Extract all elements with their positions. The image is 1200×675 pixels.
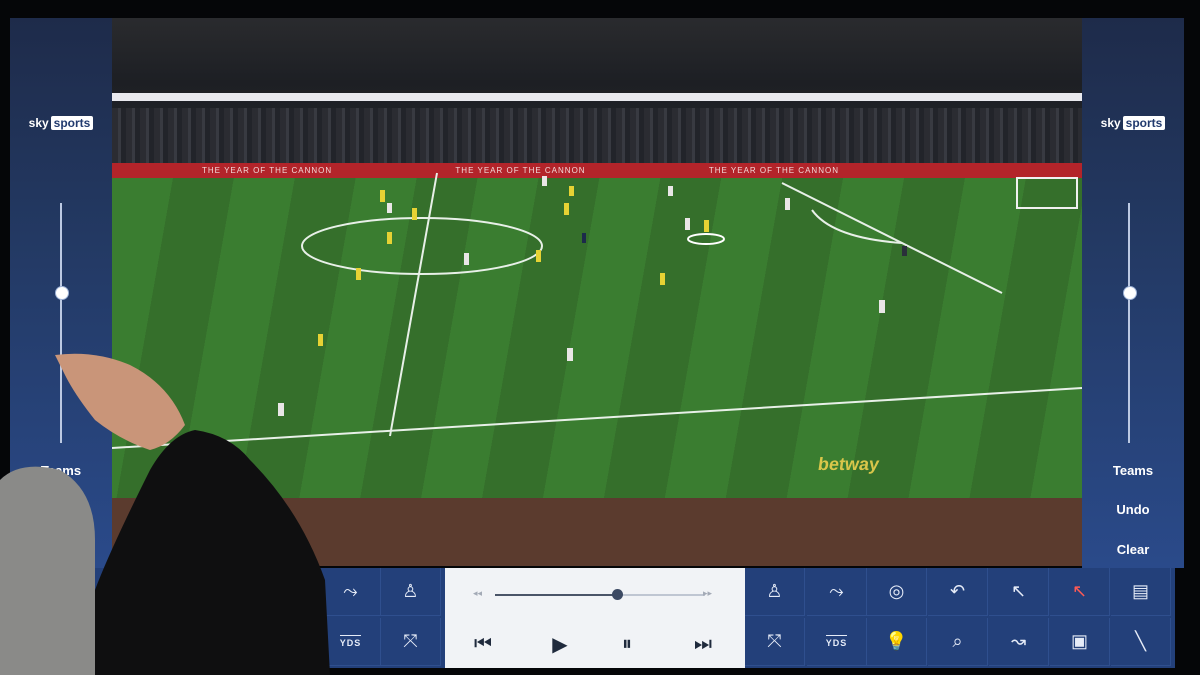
sky-sports-touchscreen: THE YEAR OF THE CANNON THE YEAR OF THE C… — [0, 0, 1200, 675]
scrub-progress — [495, 594, 617, 596]
pointer-icon[interactable]: ↖ — [989, 568, 1049, 616]
presenter — [0, 353, 330, 675]
sky-sports-logo: sky sports — [10, 116, 112, 130]
scrub-knob[interactable] — [611, 589, 623, 600]
playback-controls: ◂◂ ▸▸ ⏮ ▶ ⏸ ⏭ — [445, 568, 745, 668]
box-select-icon[interactable]: ▣ — [1050, 618, 1110, 666]
player-marker-icon[interactable]: ♙ — [381, 568, 441, 616]
rewind-hint: ◂◂ — [473, 588, 483, 598]
undo-button[interactable]: Undo — [1082, 502, 1184, 517]
clear-button[interactable]: Clear — [1082, 542, 1184, 557]
zoom-slider-track[interactable] — [1128, 203, 1130, 443]
forward-hint: ▸▸ — [703, 588, 713, 598]
film-icon[interactable]: ▤ — [1111, 568, 1171, 616]
yds-button[interactable]: YDS — [807, 618, 867, 666]
presenter-head — [0, 466, 95, 675]
players-yellow — [318, 186, 709, 346]
highlight-circle-icon[interactable]: ◎ — [867, 568, 927, 616]
teams-button[interactable]: Teams — [1082, 463, 1184, 478]
curve-arrow-icon[interactable]: ↝ — [989, 618, 1049, 666]
yds-button[interactable]: YDS — [321, 618, 381, 666]
goalkeeper — [902, 246, 907, 256]
presenter-hand — [55, 353, 185, 450]
line-icon[interactable]: ╲ — [1111, 618, 1171, 666]
spread-icon[interactable]: ⤧ — [381, 618, 441, 666]
zoom-slider-knob[interactable] — [1123, 286, 1137, 300]
zoom-icon[interactable]: ⌕ — [928, 618, 988, 666]
zoom-slider-knob[interactable] — [55, 286, 69, 300]
bulb-icon[interactable]: 💡 — [867, 618, 927, 666]
penalty-box-line — [781, 182, 1003, 294]
path-icon[interactable]: ⤳ — [321, 568, 381, 616]
centre-circle — [301, 217, 543, 275]
right-side-panel: sky sports Teams Undo Clear — [1082, 18, 1184, 568]
path-icon[interactable]: ⤳ — [807, 568, 867, 616]
play-button[interactable]: ▶ — [540, 626, 580, 662]
referee — [582, 233, 586, 243]
pause-button[interactable]: ⏸ — [607, 626, 647, 662]
sky-sports-logo: sky sports — [1082, 116, 1184, 130]
players-red — [278, 176, 885, 416]
player-marker-icon[interactable]: ♙ — [745, 568, 805, 616]
skip-forward-button[interactable]: ⏭ — [683, 626, 723, 662]
sponsor-logo: betway — [816, 454, 881, 474]
goal — [1016, 177, 1078, 209]
scrub-bar[interactable] — [495, 589, 705, 600]
skip-back-button[interactable]: ⏮ — [463, 626, 503, 662]
presenter-arm — [95, 430, 330, 675]
undo-arrow-icon[interactable]: ↶ — [928, 568, 988, 616]
red-arrow-icon[interactable]: ↖ — [1050, 568, 1110, 616]
penalty-arc — [811, 209, 903, 244]
player-highlight-ring — [687, 233, 725, 245]
spread-icon[interactable]: ⤧ — [745, 618, 805, 666]
